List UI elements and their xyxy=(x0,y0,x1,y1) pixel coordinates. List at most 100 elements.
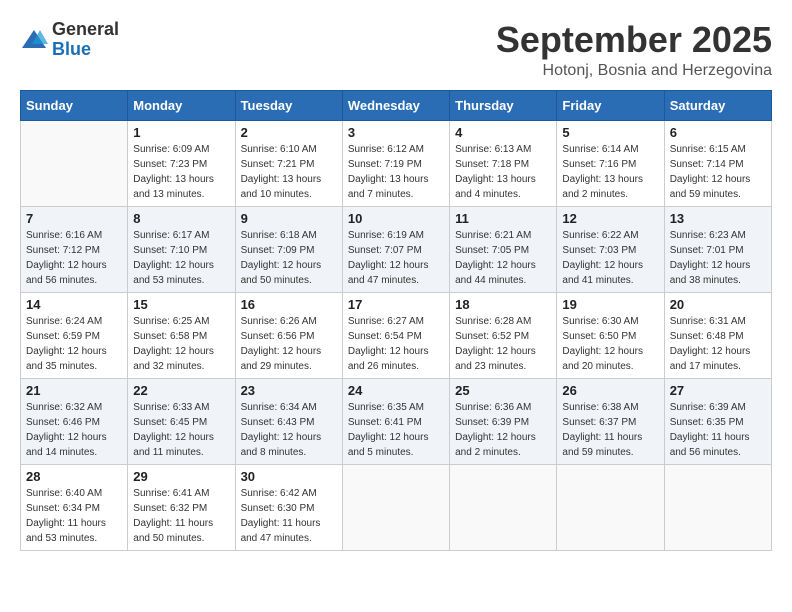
day-number: 19 xyxy=(562,297,658,312)
day-number: 7 xyxy=(26,211,122,226)
calendar-day-cell: 21 Sunrise: 6:32 AMSunset: 6:46 PMDayligh… xyxy=(21,378,128,464)
day-info: Sunrise: 6:15 AMSunset: 7:14 PMDaylight:… xyxy=(670,142,766,202)
day-info: Sunrise: 6:31 AMSunset: 6:48 PMDaylight:… xyxy=(670,314,766,374)
calendar-day-cell: 6 Sunrise: 6:15 AMSunset: 7:14 PMDaylight… xyxy=(664,120,771,206)
day-info: Sunrise: 6:38 AMSunset: 6:37 PMDaylight:… xyxy=(562,400,658,460)
header: General Blue September 2025 Hotonj, Bosn… xyxy=(20,20,772,80)
day-number: 20 xyxy=(670,297,766,312)
day-info: Sunrise: 6:12 AMSunset: 7:19 PMDaylight:… xyxy=(348,142,444,202)
calendar-day-cell: 16Sunrise: 6:26 AMSunset: 6:56 PMDayligh… xyxy=(235,292,342,378)
day-info: Sunrise: 6:17 AMSunset: 7:10 PMDaylight:… xyxy=(133,228,229,288)
day-number: 8 xyxy=(133,211,229,226)
day-number: 13 xyxy=(670,211,766,226)
calendar-day-cell: 26 Sunrise: 6:38 AMSunset: 6:37 PMDayligh… xyxy=(557,378,664,464)
day-number: 29 xyxy=(133,469,229,484)
day-info: Sunrise: 6:22 AMSunset: 7:03 PMDaylight:… xyxy=(562,228,658,288)
calendar: SundayMondayTuesdayWednesdayThursdayFrid… xyxy=(20,90,772,551)
day-info: Sunrise: 6:28 AMSunset: 6:52 PMDaylight:… xyxy=(455,314,551,374)
calendar-day-cell: 15 Sunrise: 6:25 AMSunset: 6:58 PMDayligh… xyxy=(128,292,235,378)
calendar-day-cell xyxy=(342,464,449,550)
day-number: 22 xyxy=(133,383,229,398)
calendar-day-cell: 20 Sunrise: 6:31 AMSunset: 6:48 PMDayligh… xyxy=(664,292,771,378)
calendar-day-cell: 3 Sunrise: 6:12 AMSunset: 7:19 PMDaylight… xyxy=(342,120,449,206)
calendar-week-row: 14Sunrise: 6:24 AMSunset: 6:59 PMDayligh… xyxy=(21,292,772,378)
day-info: Sunrise: 6:30 AMSunset: 6:50 PMDaylight:… xyxy=(562,314,658,374)
day-number: 10 xyxy=(348,211,444,226)
calendar-day-cell: 23 Sunrise: 6:34 AMSunset: 6:43 PMDayligh… xyxy=(235,378,342,464)
calendar-day-cell: 19 Sunrise: 6:30 AMSunset: 6:50 PMDayligh… xyxy=(557,292,664,378)
day-info: Sunrise: 6:19 AMSunset: 7:07 PMDaylight:… xyxy=(348,228,444,288)
calendar-day-cell: 29 Sunrise: 6:41 AMSunset: 6:32 PMDayligh… xyxy=(128,464,235,550)
calendar-day-cell: 18 Sunrise: 6:28 AMSunset: 6:52 PMDayligh… xyxy=(450,292,557,378)
day-info: Sunrise: 6:16 AMSunset: 7:12 PMDaylight:… xyxy=(26,228,122,288)
calendar-week-row: 7 Sunrise: 6:16 AMSunset: 7:12 PMDaylight… xyxy=(21,206,772,292)
day-number: 15 xyxy=(133,297,229,312)
calendar-day-cell: 5Sunrise: 6:14 AMSunset: 7:16 PMDaylight… xyxy=(557,120,664,206)
day-number: 21 xyxy=(26,383,122,398)
weekday-header: Tuesday xyxy=(235,90,342,120)
calendar-week-row: 21 Sunrise: 6:32 AMSunset: 6:46 PMDayligh… xyxy=(21,378,772,464)
day-info: Sunrise: 6:18 AMSunset: 7:09 PMDaylight:… xyxy=(241,228,337,288)
day-info: Sunrise: 6:34 AMSunset: 6:43 PMDaylight:… xyxy=(241,400,337,460)
weekday-header-row: SundayMondayTuesdayWednesdayThursdayFrid… xyxy=(21,90,772,120)
logo-general: General xyxy=(52,19,119,39)
calendar-day-cell xyxy=(557,464,664,550)
day-info: Sunrise: 6:32 AMSunset: 6:46 PMDaylight:… xyxy=(26,400,122,460)
day-info: Sunrise: 6:27 AMSunset: 6:54 PMDaylight:… xyxy=(348,314,444,374)
day-info: Sunrise: 6:21 AMSunset: 7:05 PMDaylight:… xyxy=(455,228,551,288)
day-info: Sunrise: 6:33 AMSunset: 6:45 PMDaylight:… xyxy=(133,400,229,460)
calendar-day-cell: 30 Sunrise: 6:42 AMSunset: 6:30 PMDayligh… xyxy=(235,464,342,550)
calendar-day-cell: 13 Sunrise: 6:23 AMSunset: 7:01 PMDayligh… xyxy=(664,206,771,292)
day-info: Sunrise: 6:24 AMSunset: 6:59 PMDaylight:… xyxy=(26,314,122,374)
calendar-week-row: 1 Sunrise: 6:09 AMSunset: 7:23 PMDaylight… xyxy=(21,120,772,206)
calendar-day-cell: 8 Sunrise: 6:17 AMSunset: 7:10 PMDaylight… xyxy=(128,206,235,292)
calendar-day-cell: 7 Sunrise: 6:16 AMSunset: 7:12 PMDaylight… xyxy=(21,206,128,292)
day-info: Sunrise: 6:23 AMSunset: 7:01 PMDaylight:… xyxy=(670,228,766,288)
weekday-header: Thursday xyxy=(450,90,557,120)
day-info: Sunrise: 6:09 AMSunset: 7:23 PMDaylight:… xyxy=(133,142,229,202)
day-number: 30 xyxy=(241,469,337,484)
day-number: 24 xyxy=(348,383,444,398)
location-title: Hotonj, Bosnia and Herzegovina xyxy=(496,62,772,80)
day-number: 18 xyxy=(455,297,551,312)
calendar-day-cell: 4 Sunrise: 6:13 AMSunset: 7:18 PMDaylight… xyxy=(450,120,557,206)
day-info: Sunrise: 6:26 AMSunset: 6:56 PMDaylight:… xyxy=(241,314,337,374)
day-info: Sunrise: 6:25 AMSunset: 6:58 PMDaylight:… xyxy=(133,314,229,374)
calendar-week-row: 28 Sunrise: 6:40 AMSunset: 6:34 PMDayligh… xyxy=(21,464,772,550)
weekday-header: Wednesday xyxy=(342,90,449,120)
day-number: 6 xyxy=(670,125,766,140)
day-info: Sunrise: 6:42 AMSunset: 6:30 PMDaylight:… xyxy=(241,486,337,546)
calendar-day-cell: 24 Sunrise: 6:35 AMSunset: 6:41 PMDayligh… xyxy=(342,378,449,464)
day-number: 27 xyxy=(670,383,766,398)
day-info: Sunrise: 6:39 AMSunset: 6:35 PMDaylight:… xyxy=(670,400,766,460)
day-number: 1 xyxy=(133,125,229,140)
day-number: 3 xyxy=(348,125,444,140)
logo-icon xyxy=(20,26,48,54)
day-number: 26 xyxy=(562,383,658,398)
day-number: 5 xyxy=(562,125,658,140)
calendar-day-cell: 11Sunrise: 6:21 AMSunset: 7:05 PMDayligh… xyxy=(450,206,557,292)
day-number: 4 xyxy=(455,125,551,140)
day-info: Sunrise: 6:13 AMSunset: 7:18 PMDaylight:… xyxy=(455,142,551,202)
day-number: 17 xyxy=(348,297,444,312)
day-info: Sunrise: 6:36 AMSunset: 6:39 PMDaylight:… xyxy=(455,400,551,460)
day-number: 28 xyxy=(26,469,122,484)
day-number: 25 xyxy=(455,383,551,398)
weekday-header: Friday xyxy=(557,90,664,120)
day-info: Sunrise: 6:35 AMSunset: 6:41 PMDaylight:… xyxy=(348,400,444,460)
day-number: 23 xyxy=(241,383,337,398)
day-number: 12 xyxy=(562,211,658,226)
weekday-header: Saturday xyxy=(664,90,771,120)
calendar-day-cell: 9 Sunrise: 6:18 AMSunset: 7:09 PMDaylight… xyxy=(235,206,342,292)
calendar-day-cell: 10 Sunrise: 6:19 AMSunset: 7:07 PMDayligh… xyxy=(342,206,449,292)
calendar-day-cell: 14Sunrise: 6:24 AMSunset: 6:59 PMDayligh… xyxy=(21,292,128,378)
day-info: Sunrise: 6:40 AMSunset: 6:34 PMDaylight:… xyxy=(26,486,122,546)
calendar-day-cell: 12 Sunrise: 6:22 AMSunset: 7:03 PMDayligh… xyxy=(557,206,664,292)
day-number: 9 xyxy=(241,211,337,226)
calendar-day-cell xyxy=(450,464,557,550)
calendar-day-cell: 27 Sunrise: 6:39 AMSunset: 6:35 PMDayligh… xyxy=(664,378,771,464)
calendar-day-cell: 22 Sunrise: 6:33 AMSunset: 6:45 PMDayligh… xyxy=(128,378,235,464)
weekday-header: Sunday xyxy=(21,90,128,120)
day-info: Sunrise: 6:41 AMSunset: 6:32 PMDaylight:… xyxy=(133,486,229,546)
calendar-day-cell: 17 Sunrise: 6:27 AMSunset: 6:54 PMDayligh… xyxy=(342,292,449,378)
